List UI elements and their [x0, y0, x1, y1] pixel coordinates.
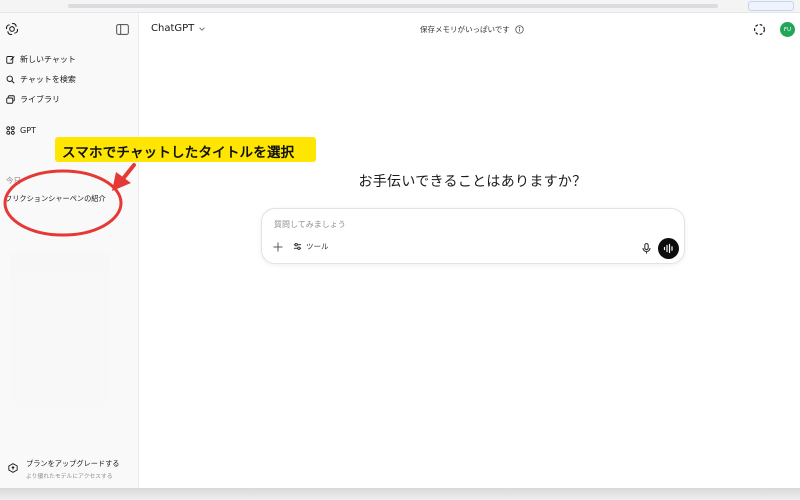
search-icon — [6, 75, 15, 84]
address-bar[interactable] — [68, 4, 718, 8]
prompt-input[interactable]: 質問してみましょう — [274, 219, 346, 230]
sidebar-header — [0, 13, 139, 47]
composer[interactable]: 質問してみましょう ツール — [261, 208, 685, 264]
plus-icon[interactable] — [273, 242, 283, 252]
callout-text: スマホでチャットしたタイトルを選択 — [62, 145, 295, 161]
memory-notice-text: 保存メモリがいっぱいです — [420, 25, 510, 34]
waveform-icon — [663, 243, 673, 254]
sidebar-date-heading: 今日 — [6, 176, 21, 185]
sidebar-item-label: ライブラリ — [20, 94, 60, 104]
main-header: ChatGPT 保存メモリがいっぱいです FU — [139, 13, 800, 47]
model-name: ChatGPT — [151, 23, 195, 34]
model-selector[interactable]: ChatGPT — [151, 23, 206, 34]
browser-top-strip — [0, 0, 800, 13]
sidebar-toggle-icon[interactable] — [116, 24, 129, 35]
avatar[interactable]: FU — [780, 22, 795, 37]
browser-pill[interactable] — [748, 1, 794, 11]
sidebar-item-label: チャットを検索 — [20, 74, 76, 84]
sidebar-item-search[interactable]: チャットを検索 — [6, 71, 76, 87]
sidebar-item-library[interactable]: ライブラリ — [6, 91, 60, 107]
microphone-icon[interactable] — [642, 243, 651, 254]
sidebar-item-gpt[interactable]: GPT — [6, 122, 36, 138]
tools-button[interactable]: ツール — [293, 241, 329, 252]
greeting-heading: お手伝いできることはありますか？ — [358, 174, 587, 190]
sidebar-item-new-chat[interactable]: 新しいチャット — [6, 51, 76, 67]
info-icon — [515, 25, 524, 34]
annotation-callout: スマホでチャットしたタイトルを選択 — [55, 137, 316, 162]
upgrade-subtitle: より優れたモデルにアクセスする — [26, 474, 113, 480]
sliders-icon — [293, 243, 302, 250]
openai-logo-icon[interactable] — [5, 22, 19, 36]
sidebar-item-label: GPT — [20, 125, 36, 135]
memory-notice[interactable]: 保存メモリがいっぱいです — [420, 24, 524, 35]
library-icon — [6, 94, 15, 104]
chevron-down-icon — [199, 26, 206, 31]
edit-icon — [6, 55, 15, 64]
upgrade-icon — [8, 463, 18, 473]
temporary-chat-icon[interactable] — [753, 23, 766, 36]
tools-label: ツール — [306, 242, 329, 251]
upgrade-title: プランをアップグレードする — [26, 459, 120, 468]
blurred-history — [10, 253, 110, 453]
sidebar: 新しいチャット チャットを検索 ライブラリ GPT 今日 フリクションシャーペン… — [0, 13, 139, 488]
voice-mode-button[interactable] — [658, 238, 679, 259]
window-bottom-edge — [0, 488, 800, 500]
grid-icon — [6, 125, 15, 135]
sidebar-item-label: 新しいチャット — [20, 54, 76, 64]
upgrade-plan-button[interactable]: プランをアップグレードする より優れたモデルにアクセスする — [0, 454, 139, 484]
sidebar-chat-item[interactable]: フリクションシャーペンの紹介 — [5, 194, 106, 204]
